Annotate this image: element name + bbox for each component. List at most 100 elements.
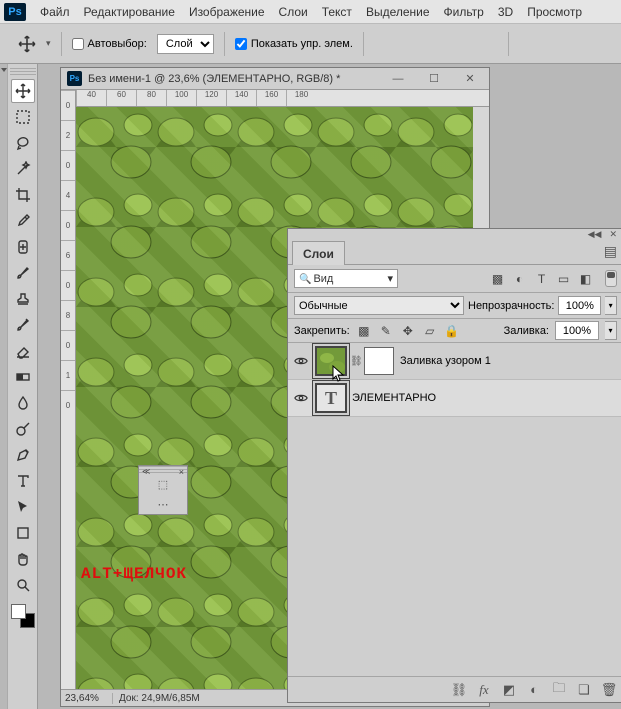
align-vcenter-icon[interactable] [394, 35, 411, 52]
align-top-icon[interactable] [374, 35, 391, 52]
align-left-icon[interactable] [441, 35, 458, 52]
layer-mask-thumbnail[interactable] [364, 347, 394, 375]
layer-row-text[interactable]: T ЭЛЕМЕНТАРНО [288, 380, 621, 417]
panel-menu-icon[interactable]: ▤ [604, 243, 617, 260]
fx-icon[interactable]: fx [476, 682, 492, 698]
mini-3d-panel[interactable]: ≪ × ⬚ ⋯ [138, 465, 188, 515]
lock-all-icon[interactable]: 🔒 [444, 323, 460, 339]
distribute-3-icon[interactable] [559, 35, 576, 52]
mini-panel-expand-icon[interactable]: ≪ [142, 467, 150, 476]
menu-select[interactable]: Выделение [366, 5, 430, 19]
tool-preset-chevron-icon[interactable]: ▾ [46, 38, 51, 49]
zoom-tool[interactable] [11, 573, 35, 597]
link-layers-icon[interactable]: ⛓ [451, 682, 467, 698]
menu-file[interactable]: Файл [40, 5, 70, 19]
panel-close-icon[interactable]: ✕ [609, 229, 617, 240]
window-maximize-button[interactable]: ☐ [421, 72, 447, 86]
layer-name[interactable]: ЭЛЕМЕНТАРНО [352, 392, 619, 404]
show-controls-checkbox[interactable]: Показать упр. элем. [235, 38, 353, 50]
delete-layer-icon[interactable]: 🗑 [601, 682, 617, 698]
filter-text-icon[interactable]: T [532, 269, 551, 288]
layer-name[interactable]: Заливка узором 1 [400, 355, 619, 367]
menu-3d[interactable]: 3D [498, 5, 513, 19]
menu-view[interactable]: Просмотр [527, 5, 582, 19]
move-tool[interactable] [11, 79, 35, 103]
filter-shape-icon[interactable]: ▭ [554, 269, 573, 288]
lock-pixels-icon[interactable]: ▩ [356, 323, 372, 339]
ruler-horizontal[interactable]: 40 60 80 100 120 140 160 180 [76, 90, 489, 107]
layer-filter-kind-select[interactable]: 🔍Вид ▾ [294, 269, 398, 288]
new-adjust-icon[interactable]: ◐ [526, 682, 542, 698]
autoselect-target-select[interactable]: Слой [157, 34, 214, 54]
new-group-icon[interactable]: 🗀 [551, 682, 567, 698]
lock-paint-icon[interactable]: ✎ [378, 323, 394, 339]
dodge-tool[interactable] [11, 417, 35, 441]
document-titlebar[interactable]: Ps Без имени-1 @ 23,6% (ЭЛЕМЕНТАРНО, RGB… [61, 68, 489, 90]
filter-toggle[interactable] [605, 270, 617, 287]
window-close-button[interactable]: ✕ [457, 72, 483, 86]
left-rail[interactable] [0, 64, 8, 709]
panel-collapse-icon[interactable]: ◀◀ [588, 229, 602, 240]
wand-tool[interactable] [11, 157, 35, 181]
autoselect-checkbox[interactable]: Автовыбор: [72, 38, 147, 50]
distribute-2-icon[interactable] [539, 35, 556, 52]
path-select-tool[interactable] [11, 495, 35, 519]
gradient-tool[interactable] [11, 365, 35, 389]
mini-3d-icon[interactable]: ⬚ [158, 478, 168, 491]
layer-thumbnail-text[interactable]: T [316, 384, 346, 412]
eraser-tool[interactable] [11, 339, 35, 363]
align-bottom-icon[interactable] [414, 35, 431, 52]
mini-panel-close-icon[interactable]: × [179, 467, 184, 477]
shape-tool[interactable] [11, 521, 35, 545]
ruler-vertical[interactable]: 0 2 0 4 0 6 0 8 0 1 0 [61, 90, 76, 689]
visibility-toggle[interactable] [292, 352, 310, 370]
menu-text[interactable]: Текст [322, 5, 352, 19]
add-mask-icon[interactable]: ◩ [501, 682, 517, 698]
menu-edit[interactable]: Редактирование [84, 5, 175, 19]
menu-layers[interactable]: Слои [279, 5, 308, 19]
color-swatches[interactable] [11, 604, 35, 628]
history-brush-tool[interactable] [11, 313, 35, 337]
align-right-icon[interactable] [481, 35, 498, 52]
visibility-toggle[interactable] [292, 389, 310, 407]
fill-dropdown-icon[interactable]: ▾ [605, 321, 617, 340]
foreground-swatch[interactable] [11, 604, 26, 619]
brush-tool[interactable] [11, 261, 35, 285]
pen-tool[interactable] [11, 443, 35, 467]
mask-link-icon[interactable]: ⛓ [350, 356, 360, 367]
opacity-field[interactable]: 100% [558, 296, 601, 315]
lock-position-icon[interactable]: ✥ [400, 323, 416, 339]
filter-smart-icon[interactable]: ◧ [576, 269, 595, 288]
lasso-tool[interactable] [11, 131, 35, 155]
lock-artboard-icon[interactable]: ▱ [422, 323, 438, 339]
distribute-1-icon[interactable] [519, 35, 536, 52]
align-hcenter-icon[interactable] [461, 35, 478, 52]
blend-mode-select[interactable]: Обычные [294, 296, 464, 315]
show-controls-input[interactable] [235, 38, 247, 50]
crop-tool[interactable] [11, 183, 35, 207]
stamp-tool[interactable] [11, 287, 35, 311]
autoselect-input[interactable] [72, 38, 84, 50]
filter-pixel-icon[interactable]: ▩ [488, 269, 507, 288]
menu-image[interactable]: Изображение [189, 5, 265, 19]
zoom-field[interactable]: 23,64% [61, 693, 113, 704]
move-tool-icon[interactable] [18, 35, 36, 53]
window-minimize-button[interactable]: — [385, 72, 411, 86]
layer-thumbnail[interactable] [316, 347, 346, 375]
layer-row-pattern-fill[interactable]: ⛓ Заливка узором 1 [288, 343, 621, 380]
heal-tool[interactable] [11, 235, 35, 259]
eyedropper-tool[interactable] [11, 209, 35, 233]
filter-adjust-icon[interactable]: ◐ [510, 269, 529, 288]
hand-tool[interactable] [11, 547, 35, 571]
toolbox-grip[interactable] [10, 68, 36, 75]
new-layer-icon[interactable]: ❏ [576, 682, 592, 698]
fill-field[interactable]: 100% [555, 321, 599, 340]
mini-panel-more-icon[interactable]: ⋯ [158, 498, 169, 511]
opacity-dropdown-icon[interactable]: ▾ [605, 296, 617, 315]
doc-info[interactable]: Док: 24,9M/6,85M [113, 693, 200, 704]
type-tool[interactable] [11, 469, 35, 493]
marquee-tool[interactable] [11, 105, 35, 129]
menu-filter[interactable]: Фильтр [444, 5, 484, 19]
tab-layers[interactable]: Слои [292, 241, 345, 265]
blur-tool[interactable] [11, 391, 35, 415]
